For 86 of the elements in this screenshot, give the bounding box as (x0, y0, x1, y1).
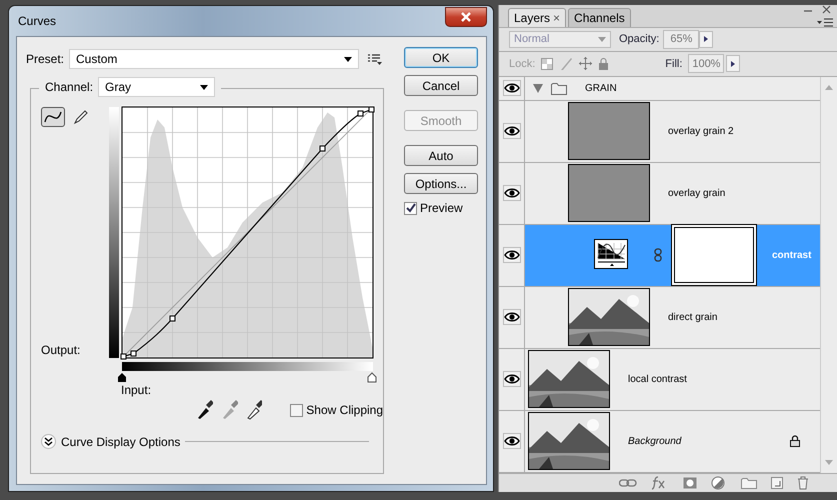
layer-mask-thumbnail[interactable] (674, 227, 754, 284)
dialog-button[interactable]: OK (404, 47, 478, 68)
adjustment-layer-icon[interactable] (711, 476, 727, 490)
trash-icon[interactable] (797, 476, 809, 490)
layer-name: contrast (772, 250, 812, 261)
layer-name: overlay grain 2 (668, 126, 734, 137)
preset-label: Preset: (26, 52, 64, 66)
panel-tab[interactable]: Channels (568, 8, 631, 27)
curves-adjustment-icon (594, 239, 630, 272)
chevron-icon (44, 437, 53, 446)
channel-label: Channel: (45, 80, 94, 94)
fill-field[interactable]: 100% (688, 54, 724, 74)
layer-name: local contrast (628, 374, 687, 385)
move-icon[interactable] (579, 57, 592, 70)
caret-icon (344, 56, 352, 62)
window-title: Curves (18, 14, 56, 28)
panel-tab[interactable]: Layers × (508, 8, 566, 27)
dialog-button[interactable]: Auto (404, 145, 478, 166)
layer-name: overlay grain (668, 188, 726, 199)
eye-icon (504, 374, 520, 384)
opacity-field[interactable]: 65% (663, 30, 700, 49)
layer-name: direct grain (668, 312, 718, 323)
show-clipping-checkbox[interactable]: Show Clipping (290, 403, 384, 417)
expand-arrow-icon[interactable] (533, 84, 543, 93)
layer-row[interactable]: overlay grain (525, 162, 820, 224)
link-layers-icon[interactable] (619, 478, 637, 487)
curve-display-options-label: Curve Display Options (61, 434, 180, 448)
visibility-toggle[interactable] (502, 123, 520, 140)
layer-name: GRAIN (585, 82, 617, 94)
pencil-icon (73, 109, 89, 125)
eye-icon (504, 250, 520, 260)
layer-name: Background (628, 436, 682, 447)
close-button[interactable] (445, 6, 487, 26)
lock-transparency-icon[interactable] (541, 58, 554, 70)
input-slider-handle[interactable] (118, 373, 126, 382)
expand-button[interactable] (41, 434, 56, 449)
curve-tool-button[interactable] (41, 107, 65, 127)
visibility-toggle[interactable] (502, 371, 520, 388)
eyedropper-icon[interactable] (246, 400, 262, 420)
mask-icon[interactable] (683, 476, 697, 489)
fill-label: Fill: (665, 58, 682, 70)
lock-icon[interactable] (598, 57, 610, 70)
opacity-label: Opacity: (619, 33, 660, 46)
folder-icon (551, 82, 567, 95)
output-label: Output: (41, 343, 82, 357)
eye-icon (504, 126, 520, 136)
eye-icon (504, 83, 520, 94)
eyedropper-icon[interactable] (196, 400, 213, 420)
dialog-button[interactable]: Cancel (404, 75, 478, 96)
preview-checkbox[interactable]: Preview (404, 201, 478, 215)
check-icon (406, 203, 416, 213)
preset-menu-icon[interactable] (368, 53, 382, 65)
layer-row[interactable]: overlay grain 2 (525, 100, 820, 162)
dialog-button[interactable]: Options... (404, 173, 478, 194)
layer-row[interactable]: local contrast (525, 348, 820, 410)
input-label: Input: (121, 383, 152, 397)
layer-row[interactable]: direct grain (525, 286, 820, 348)
curve-icon (44, 110, 62, 124)
eye-icon (504, 312, 520, 322)
input-gradient-slider[interactable] (118, 362, 376, 382)
eye-icon (504, 436, 520, 446)
arrow-icon (731, 60, 736, 67)
layer-row[interactable]: Background (525, 410, 820, 472)
fill-slider-button[interactable] (726, 55, 740, 72)
folder-icon[interactable] (741, 476, 757, 489)
visibility-toggle[interactable] (502, 309, 520, 326)
caret-icon (598, 36, 606, 42)
layer-row[interactable]: GRAIN (525, 76, 820, 100)
visibility-toggle[interactable] (502, 80, 520, 96)
link-icon[interactable] (654, 248, 662, 262)
arrow-icon (704, 36, 708, 42)
input-slider-handle[interactable] (368, 372, 376, 382)
visibility-toggle[interactable] (502, 247, 520, 264)
panel-menu-icon[interactable] (817, 18, 833, 27)
caret-icon (200, 84, 208, 90)
visibility-toggle[interactable] (502, 185, 520, 202)
new-layer-icon[interactable] (771, 476, 783, 489)
lock-label: Lock: (509, 58, 536, 70)
preset-dropdown[interactable]: Custom (69, 49, 360, 69)
channel-dropdown[interactable]: Gray (98, 77, 216, 97)
opacity-slider-button[interactable] (699, 30, 714, 48)
visibility-toggle[interactable] (502, 433, 520, 450)
curve-graph-drawing[interactable] (120, 106, 374, 360)
eye-icon (504, 188, 520, 198)
window-controls-icon[interactable] (803, 5, 833, 15)
close-icon (460, 12, 472, 22)
